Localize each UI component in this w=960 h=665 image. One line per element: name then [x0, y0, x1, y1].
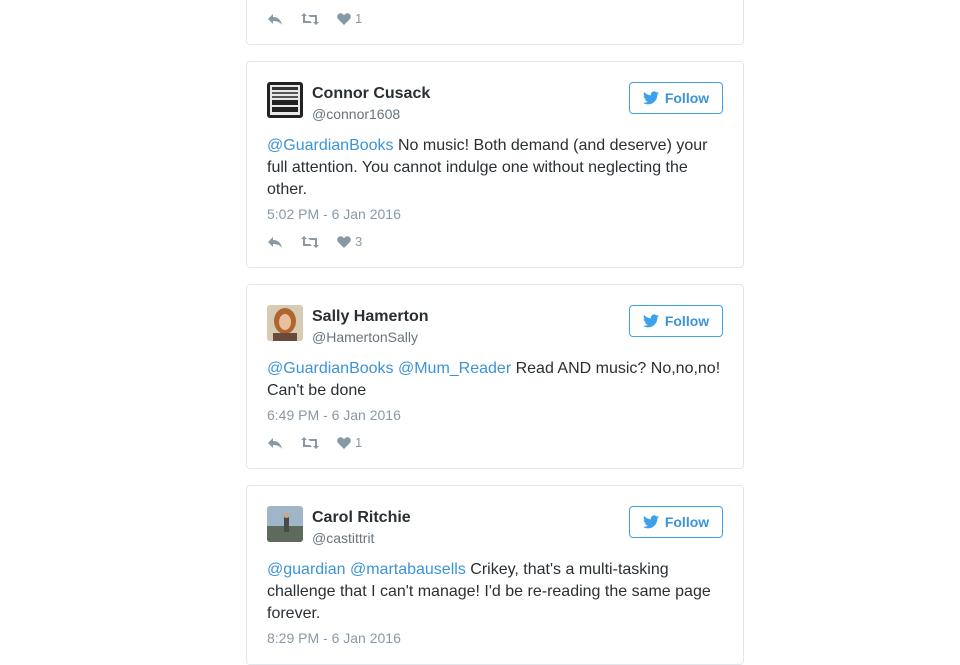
avatar[interactable]: [267, 82, 303, 118]
tweet-card: Connor Cusack @connor1608 Follow @Guardi…: [246, 61, 744, 268]
tweet-actions: 1: [267, 11, 380, 26]
display-name[interactable]: Carol Ritchie: [312, 509, 411, 527]
heart-icon: [337, 12, 351, 25]
heart-icon: [337, 235, 351, 248]
like-count: 3: [355, 234, 363, 249]
follow-label: Follow: [664, 313, 710, 329]
avatar[interactable]: [267, 305, 303, 341]
tweet-actions: 3: [267, 234, 380, 249]
heart-icon: [337, 436, 351, 449]
user-handle[interactable]: @castittrit: [312, 530, 374, 546]
follow-button[interactable]: Follow: [629, 82, 723, 114]
tweet-text: @GuardianBooks @Mum_Reader Read AND musi…: [267, 358, 723, 402]
like-count: 1: [355, 11, 363, 26]
mention-link[interactable]: @guardian: [267, 561, 346, 578]
reply-icon[interactable]: [267, 236, 283, 248]
twitter-bird-icon: [642, 515, 659, 529]
follow-button[interactable]: Follow: [629, 506, 723, 538]
like-count: 1: [355, 435, 363, 450]
tweet-card: Sally Hamerton @HamertonSally Follow @Gu…: [246, 284, 744, 469]
timestamp[interactable]: 6:49 PM - 6 Jan 2016: [267, 407, 401, 423]
tweet-card: Carol Ritchie @castittrit Follow @guardi…: [246, 485, 744, 665]
reply-icon[interactable]: [267, 13, 283, 25]
user-handle[interactable]: @HamertonSally: [312, 329, 418, 345]
tweet-actions: 1: [267, 435, 380, 450]
timestamp[interactable]: 5:02 PM - 6 Jan 2016: [267, 206, 401, 222]
avatar[interactable]: [267, 506, 303, 542]
display-name[interactable]: Connor Cusack: [312, 85, 430, 103]
mention-link[interactable]: @GuardianBooks: [267, 360, 394, 377]
like-button[interactable]: 1: [337, 435, 362, 450]
retweet-icon[interactable]: [301, 12, 319, 25]
display-name[interactable]: Sally Hamerton: [312, 308, 428, 326]
reply-icon[interactable]: [267, 437, 283, 449]
mention-link[interactable]: @martabausells: [350, 561, 466, 578]
user-handle[interactable]: @connor1608: [312, 106, 400, 122]
follow-label: Follow: [664, 514, 710, 530]
twitter-bird-icon: [642, 314, 659, 328]
tweet-card-previous: 1: [246, 0, 744, 45]
timestamp[interactable]: 8:29 PM - 6 Jan 2016: [267, 630, 401, 646]
mention-link[interactable]: @Mum_Reader: [398, 360, 511, 377]
like-button[interactable]: 1: [337, 11, 362, 26]
tweet-text: @guardian @martabausells Crikey, that's …: [267, 559, 723, 625]
tweet-text: @GuardianBooks No music! Both demand (an…: [267, 135, 723, 201]
retweet-icon[interactable]: [301, 235, 319, 248]
follow-label: Follow: [664, 90, 710, 106]
like-button[interactable]: 3: [337, 234, 362, 249]
twitter-bird-icon: [642, 91, 659, 105]
retweet-icon[interactable]: [301, 436, 319, 449]
follow-button[interactable]: Follow: [629, 305, 723, 337]
mention-link[interactable]: @GuardianBooks: [267, 137, 394, 154]
